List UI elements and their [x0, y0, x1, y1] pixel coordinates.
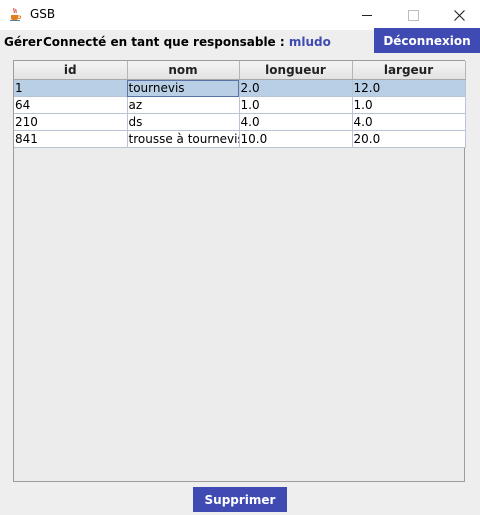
cell-nom[interactable]: trousse à tournevis — [127, 130, 240, 148]
table-header-row: id nom longueur largeur — [14, 61, 466, 80]
minimize-button[interactable] — [344, 0, 390, 30]
column-header-id[interactable]: id — [14, 61, 128, 80]
delete-button[interactable]: Supprimer — [193, 487, 287, 512]
close-button[interactable] — [436, 0, 480, 30]
cell-largeur[interactable]: 4.0 — [352, 113, 466, 131]
maximize-button[interactable] — [390, 0, 436, 30]
minimize-icon — [362, 14, 372, 16]
close-icon — [453, 9, 465, 21]
column-header-largeur[interactable]: largeur — [352, 61, 466, 80]
table-row[interactable]: 841 trousse à tournevis 10.0 20.0 — [14, 130, 466, 148]
table-row[interactable]: 64 az 1.0 1.0 — [14, 96, 466, 114]
cell-largeur[interactable]: 12.0 — [352, 79, 466, 97]
maximize-icon — [407, 9, 419, 21]
items-table[interactable]: id nom longueur largeur 1 tournevis 2.0 … — [14, 61, 466, 148]
cell-id[interactable]: 841 — [14, 130, 128, 148]
cell-nom[interactable]: tournevis — [127, 79, 240, 97]
cell-id[interactable]: 1 — [14, 79, 128, 97]
window-titlebar: GSB — [0, 0, 480, 30]
column-header-nom[interactable]: nom — [127, 61, 240, 80]
user-name: mludo — [288, 35, 331, 49]
table-row[interactable]: 210 ds 4.0 4.0 — [14, 113, 466, 131]
column-header-longueur[interactable]: longueur — [239, 61, 353, 80]
cell-longueur[interactable]: 1.0 — [239, 96, 353, 114]
cell-longueur[interactable]: 10.0 — [239, 130, 353, 148]
cell-longueur[interactable]: 4.0 — [239, 113, 353, 131]
connection-prefix: Connecté en tant que responsable : — [43, 35, 289, 49]
connection-status: Connecté en tant que responsable : mludo — [43, 35, 331, 49]
cell-id[interactable]: 64 — [14, 96, 128, 114]
window-title: GSB — [30, 7, 56, 21]
cell-nom[interactable]: az — [127, 96, 240, 114]
cell-longueur[interactable]: 2.0 — [239, 79, 353, 97]
cell-nom[interactable]: ds — [127, 113, 240, 131]
table-row[interactable]: 1 tournevis 2.0 12.0 — [14, 79, 466, 97]
cell-id[interactable]: 210 — [14, 113, 128, 131]
logout-button[interactable]: Déconnexion — [374, 28, 480, 53]
java-coffee-icon — [10, 7, 22, 21]
cell-largeur[interactable]: 20.0 — [352, 130, 466, 148]
cell-largeur[interactable]: 1.0 — [352, 96, 466, 114]
table-scroll-pane[interactable]: id nom longueur largeur 1 tournevis 2.0 … — [13, 60, 466, 482]
menu-gerer[interactable]: Gérer — [4, 35, 42, 49]
